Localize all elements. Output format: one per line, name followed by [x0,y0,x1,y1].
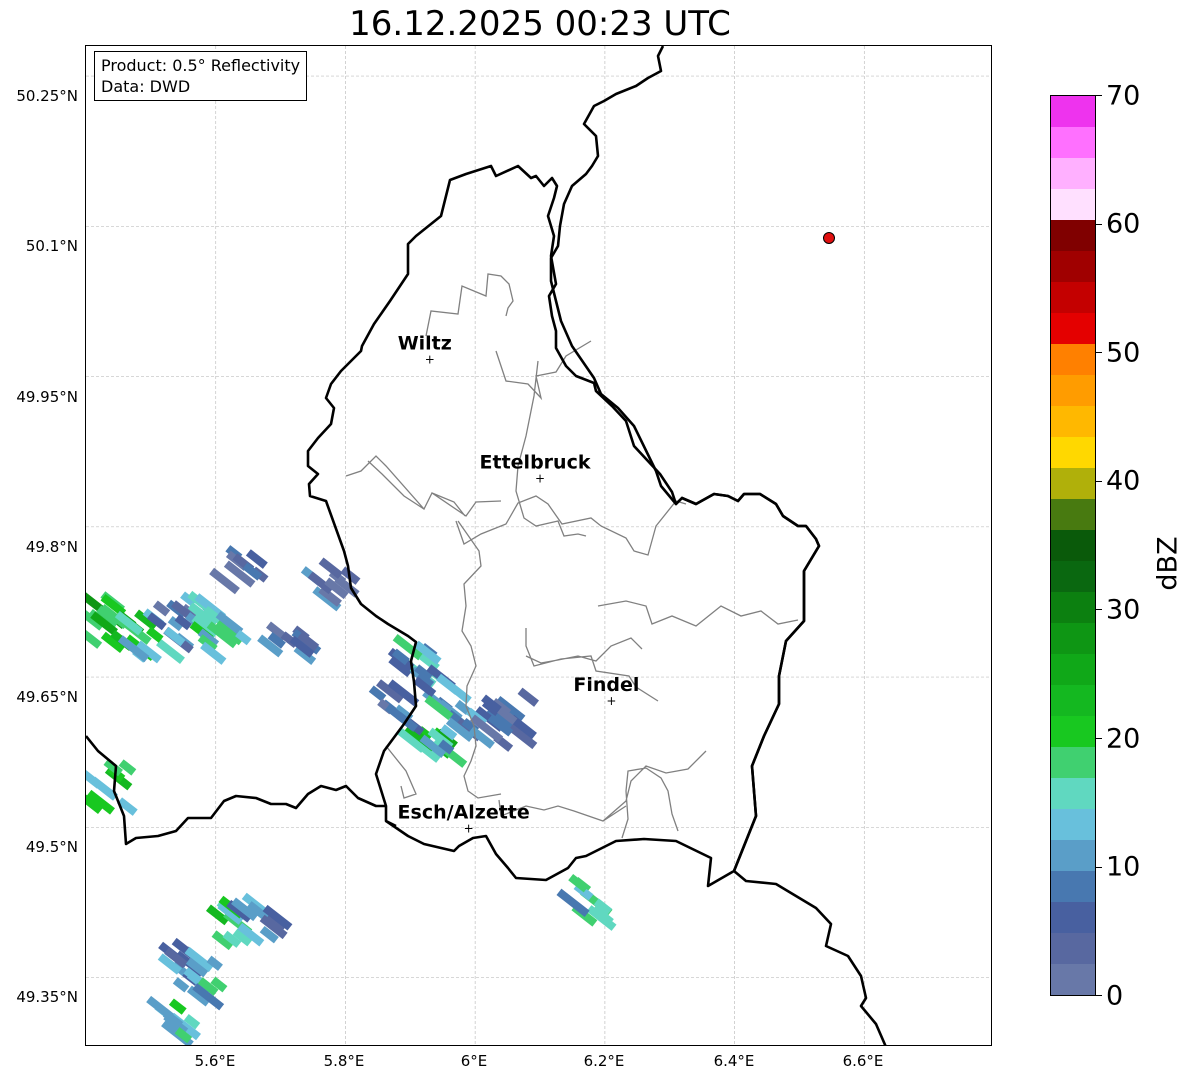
echo-cell [257,621,322,665]
city-label: Wiltz [398,333,452,355]
colorbar-bin [1051,716,1095,747]
city-marker: + [464,821,474,835]
lux-border [306,164,821,888]
colorbar-bin [1051,592,1095,623]
colorbar-bin [1051,313,1095,344]
colorbar-bin [1051,623,1095,654]
colorbar-bin [1051,158,1095,189]
colorbar-bin [1051,871,1095,902]
colorbar [1050,95,1096,996]
colorbar-bin [1051,902,1095,933]
city-label: Findel [573,674,639,696]
germany-border [549,46,887,1045]
colorbar-tick [1096,867,1102,868]
lat-label: 49.35°N [16,988,78,1006]
lat-label: 49.65°N [16,688,78,706]
lon-label: 6°E [460,1052,488,1070]
lat-label: 49.95°N [16,388,78,406]
colorbar-bin [1051,778,1095,809]
france-border [86,735,397,846]
echo-streak [86,627,103,649]
lat-label: 50.1°N [25,237,78,255]
colorbar-bin [1051,499,1095,530]
colorbar-tick [1096,995,1102,996]
map-title: 16.12.2025 00:23 UTC [349,4,731,44]
lat-label: 49.8°N [25,538,78,556]
colorbar-bin [1051,96,1095,127]
colorbar-label: 10 [1106,851,1141,883]
colorbar-bin [1051,406,1095,437]
colorbar-label: 30 [1106,594,1141,626]
product-label: Product: 0.5° Reflectivity [101,56,301,75]
echo-cell [209,545,269,595]
colorbar-tick [1096,738,1102,739]
colorbar-bin [1051,220,1095,251]
colorbar-tick [1096,224,1102,225]
colorbar-bin [1051,282,1095,313]
info-box: Product: 0.5° Reflectivity Data: DWD [94,51,308,101]
echo-cell [183,946,228,1011]
colorbar-tick [1096,609,1102,610]
colorbar-label: 60 [1106,208,1141,240]
colorbar-bin [1051,685,1095,716]
colorbar-bin [1051,840,1095,871]
echo-cell [556,873,617,931]
colorbar-bin [1051,468,1095,499]
borders [86,46,887,1045]
colorbar-bin [1051,375,1095,406]
echo-streak [152,600,171,617]
city-marker: + [606,694,616,708]
lon-label: 6.2°E [583,1052,625,1070]
colorbar-bin [1051,344,1095,375]
city-marker: + [535,472,545,486]
colorbar-label: 40 [1106,465,1141,497]
echo-streak [517,687,540,707]
colorbar-label: 70 [1106,80,1141,112]
lon-label: 5.6°E [194,1052,236,1070]
data-source-label: Data: DWD [101,77,191,96]
colorbar-bin [1051,437,1095,468]
lon-label: 5.8°E [323,1052,365,1070]
map-canvas[interactable]: +Wiltz+Ettelbruck+Findel+Esch/Alzette [86,46,992,1046]
echo-cell [86,758,138,816]
lat-label: 49.5°N [25,838,78,856]
colorbar-tick [1096,95,1102,96]
lon-label: 6.6°E [842,1052,884,1070]
colorbar-tick [1096,352,1102,353]
colorbar-unit-label: dBZ [1152,536,1184,591]
radar-site-marker[interactable] [823,232,835,244]
colorbar-bin [1051,964,1095,995]
colorbar-label: 20 [1106,723,1141,755]
lat-label: 50.25°N [16,87,78,105]
echo-streak [146,995,175,1021]
canton-boundaries [345,273,799,839]
colorbar-bin [1051,809,1095,840]
colorbar-bin [1051,654,1095,685]
colorbar-bin [1051,933,1095,964]
city-marker: + [425,353,435,367]
colorbar-bin [1051,747,1095,778]
echo-cell [146,995,201,1045]
colorbar-bin [1051,189,1095,220]
colorbar-label: 0 [1106,980,1124,1012]
city-label: Ettelbruck [480,452,591,474]
colorbar-label: 50 [1106,337,1141,369]
colorbar-bin [1051,530,1095,561]
colorbar-bin [1051,127,1095,158]
map-panel[interactable]: + Wiltz + Ettelbruck + Findel + Esch/Alzette [85,45,992,1046]
colorbar-tick [1096,481,1102,482]
graticule [86,46,991,1045]
city-label: Esch/Alzette [398,801,530,823]
lon-label: 6.4°E [713,1052,755,1070]
colorbar-bin [1051,251,1095,282]
radar-echoes [86,545,617,1045]
colorbar-bin [1051,561,1095,592]
